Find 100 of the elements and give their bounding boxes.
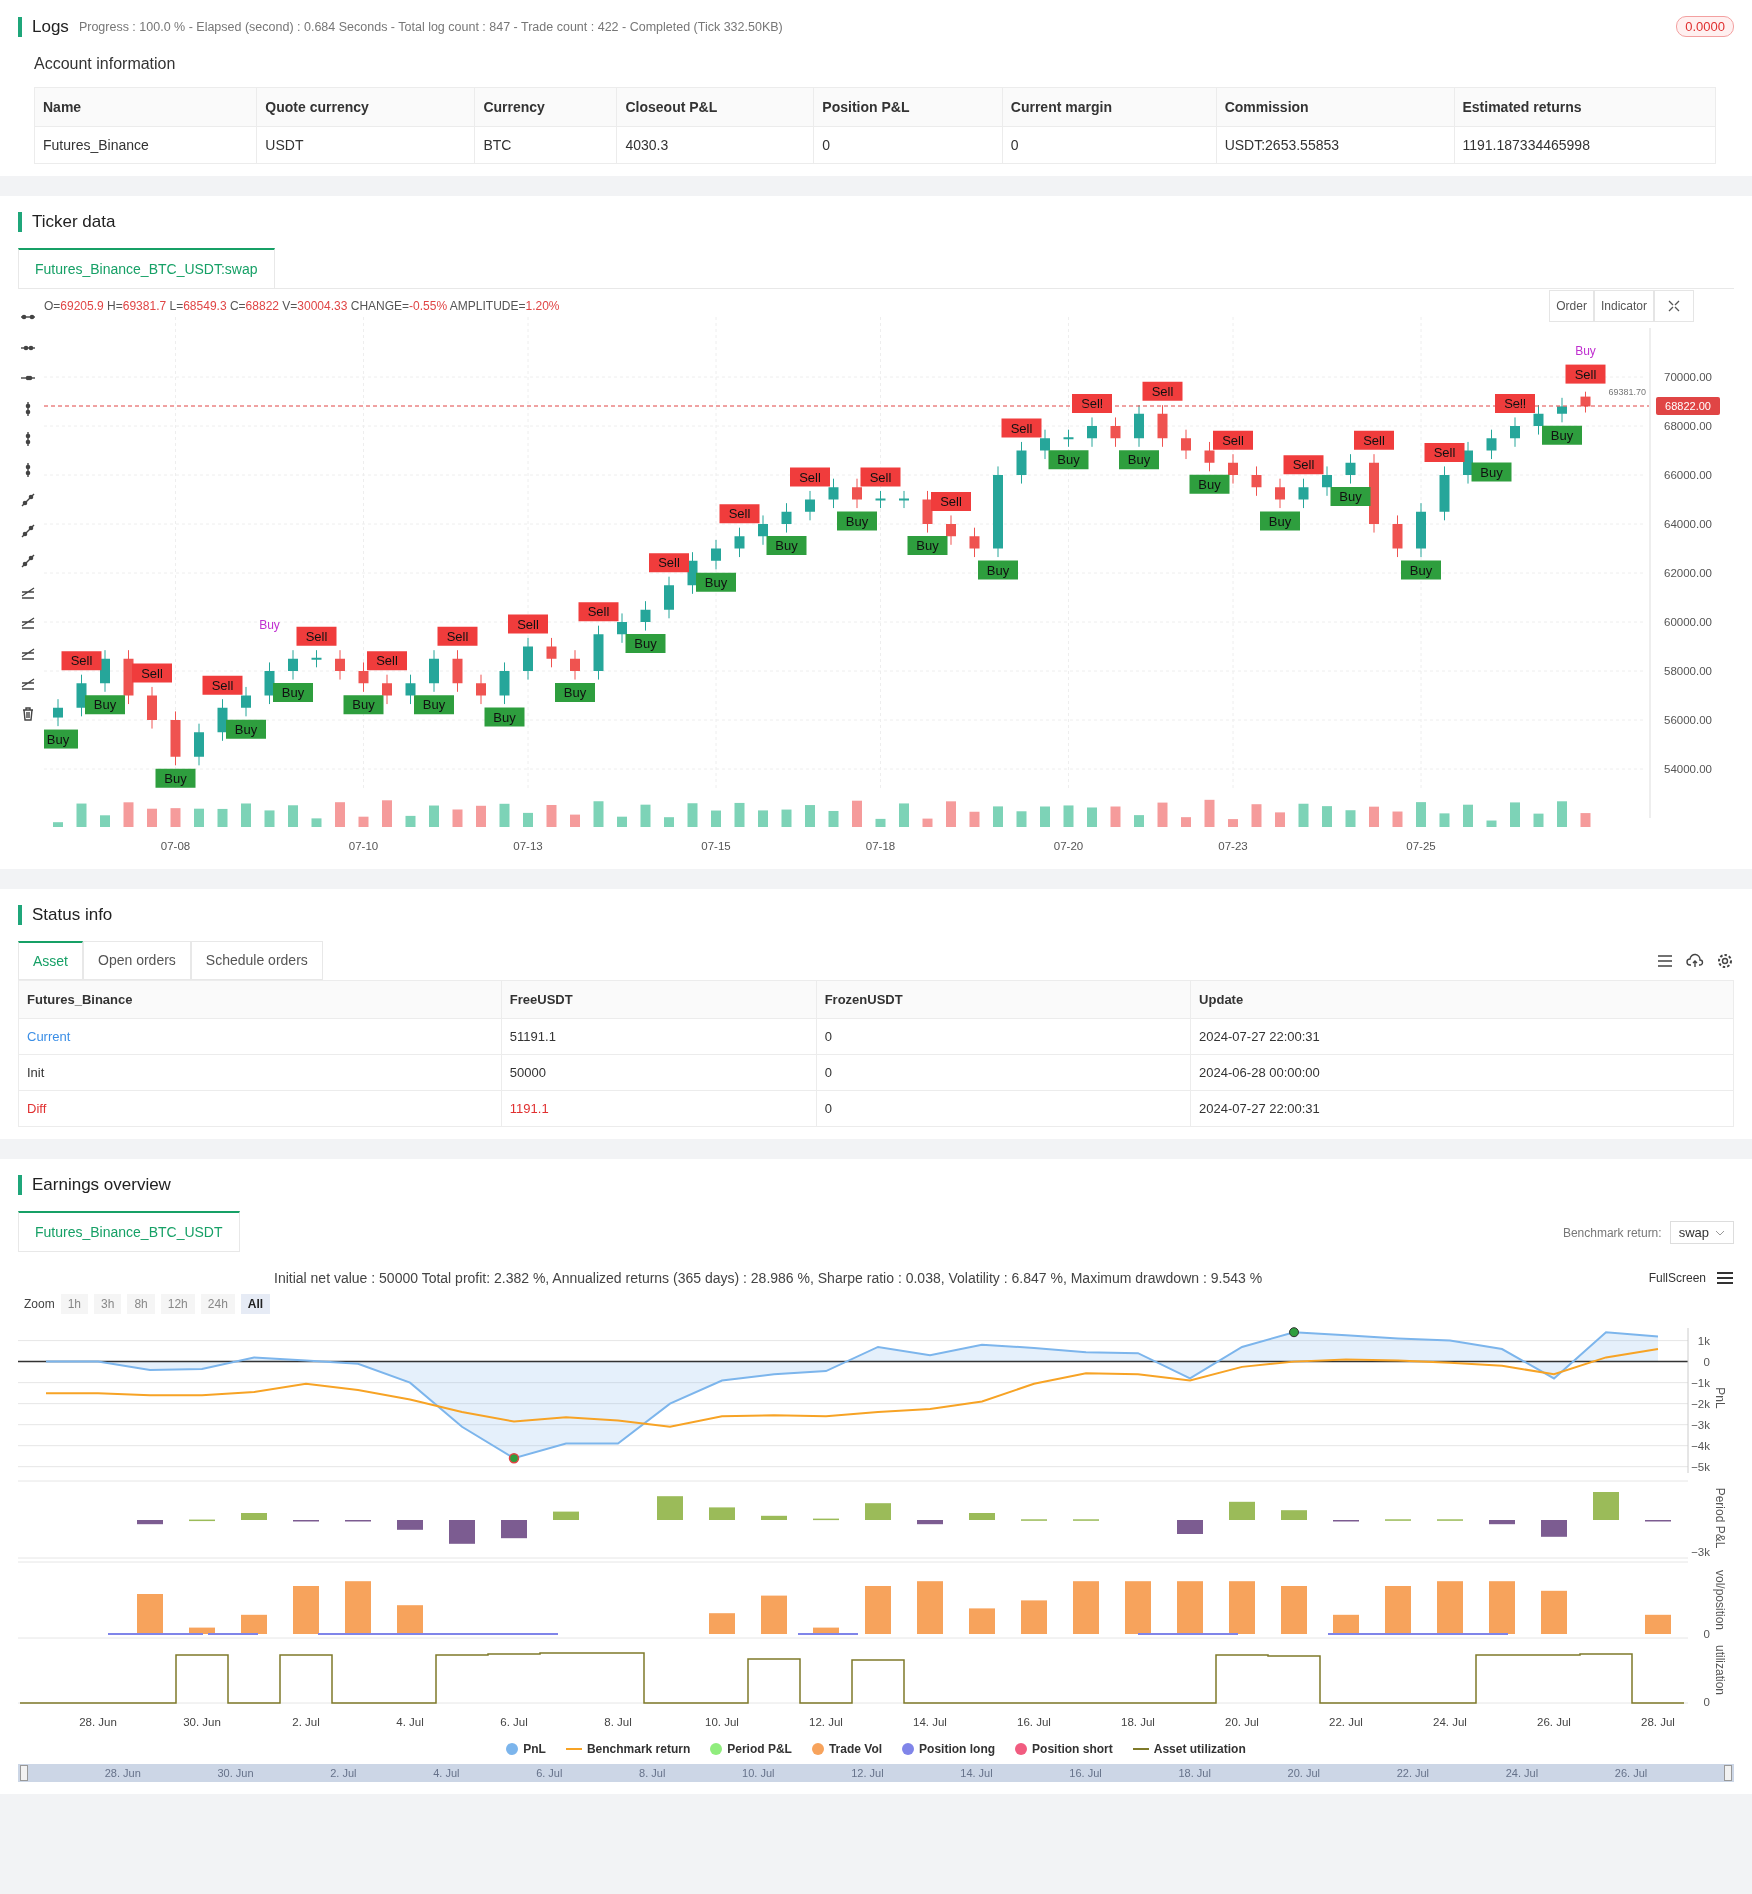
table-cell: Diff [18,1090,502,1127]
axis-label: 0 [1703,1696,1710,1708]
table-cell: USDT [256,126,475,164]
drawing-tool-icon[interactable] [20,492,36,508]
y-axis-label: −5k [1691,1460,1710,1473]
buy-marker: Buy [1542,425,1582,445]
max-point-marker [1289,1327,1299,1338]
signal-label: Buy [1575,343,1596,358]
table-cell: 51191.1 [501,1018,817,1055]
sell-marker: Sell [1001,418,1042,438]
sell-marker: Sell [437,626,478,646]
y-axis-label: 54000.00 [1664,763,1712,775]
sell-marker: Sell [719,504,760,524]
column-header: Currency [474,87,617,127]
candlestick [476,674,486,705]
y-axis-label: 62000.00 [1664,567,1712,579]
table-cell: 2024-07-27 22:00:31 [1190,1018,1734,1055]
y-axis-label: 60000.00 [1664,616,1712,628]
column-header: Estimated returns [1454,87,1716,127]
candlestick [405,674,416,705]
buy-marker: Buy [343,695,384,715]
range-handle[interactable] [20,1765,28,1781]
buy-marker: Buy [155,768,196,788]
status-tab[interactable]: Open orders [83,941,191,980]
candlestick [1157,404,1168,448]
menu-icon[interactable] [1716,1270,1734,1286]
sell-marker: Sell [860,467,901,487]
candlestick [922,490,933,534]
settings-icon[interactable] [1716,952,1734,970]
fullscreen-button[interactable]: FullScreen [1648,1271,1706,1285]
sell-marker: Sell [202,675,243,695]
drawing-tool-icon[interactable] [20,522,36,539]
legend-item[interactable]: Position short [1032,1742,1113,1756]
table-cell: 1191.187334465998 [1454,126,1716,164]
last-price-tag: 68822.00 [1656,396,1720,415]
legend-item[interactable]: Period P&L [727,1742,792,1756]
table-cell: 4030.3 [616,126,814,164]
buy-marker: Buy [1401,560,1441,580]
sell-marker: Sell [1072,394,1112,413]
candlestick [311,649,322,668]
candlestick [429,649,439,693]
y-axis-label: −3k [1691,1418,1710,1431]
candlestick [1533,404,1544,436]
navigator-label: 30. Jun [217,1767,254,1779]
x-axis-label: 8. Jul [604,1716,632,1728]
benchmark-select[interactable]: swap [1669,1221,1734,1244]
candlestick [1510,416,1520,448]
buy-marker: Buy [555,683,595,702]
zoom-label: Zoom [24,1297,55,1311]
x-axis-label: 24. Jul [1433,1716,1467,1728]
buy-marker: Buy [1119,450,1159,470]
navigator-label: 20. Jul [1287,1767,1320,1779]
candlestick [1580,391,1591,414]
column-header: Futures_Binance [18,980,502,1019]
candlestick [1251,465,1262,497]
legend-item[interactable]: PnL [523,1742,546,1756]
table-cell: 0 [816,1090,1191,1127]
table-cell: BTC [474,126,617,164]
chevron-down-icon [1715,1228,1725,1237]
drawing-tool-icon[interactable] [20,553,36,569]
status-tab[interactable]: Schedule orders [190,941,323,980]
sell-marker: Sell [1354,430,1394,450]
y-axis-label: 58000.00 [1664,665,1712,677]
legend-item[interactable]: Trade Vol [828,1742,883,1756]
y-axis-label: 66000.00 [1664,469,1712,481]
candlestick [664,576,674,619]
x-axis-label: 07-23 [1218,840,1248,852]
table-cell: Futures_Binance [34,126,257,164]
buy-marker: Buy [1471,462,1512,482]
candlestick [1040,429,1050,460]
axis-title: vol/position [1713,1570,1727,1630]
column-header: Closeout P&L [616,87,814,127]
candlestick [452,649,463,693]
candlestick [781,502,792,534]
chart-button[interactable]: Indicator [1593,290,1654,322]
sell-marker: Sell [790,467,830,487]
trash-icon[interactable] [20,705,36,722]
high-price-label: 69381.70 [1608,387,1646,398]
buy-marker: Buy [907,536,948,555]
legend-item[interactable]: Benchmark return [586,1742,691,1756]
range-handle[interactable] [1723,1765,1732,1781]
column-header: Position P&L [813,87,1003,127]
navigator-label: 16. Jul [1069,1767,1102,1779]
sell-marker: Sell [578,602,619,622]
sell-marker: Sell [61,651,102,671]
buy-marker: Buy [273,683,313,702]
chart-button[interactable]: Order [1549,290,1594,322]
y-axis-label: −2k [1691,1397,1710,1410]
account-title: Account information [34,55,177,73]
zoom-button[interactable]: All [240,1294,271,1314]
cloud-upload-icon[interactable] [1686,952,1704,970]
table-cell: 0 [816,1018,1191,1055]
table-cell: 0 [813,126,1003,164]
column-header: Name [34,87,257,127]
candlestick [1439,465,1450,521]
candlestick [382,674,392,705]
candlestick [1110,416,1121,448]
legend-item[interactable]: Asset utilization [1153,1742,1246,1756]
candlestick [1063,429,1074,448]
legend-item[interactable]: Position long [919,1742,996,1756]
